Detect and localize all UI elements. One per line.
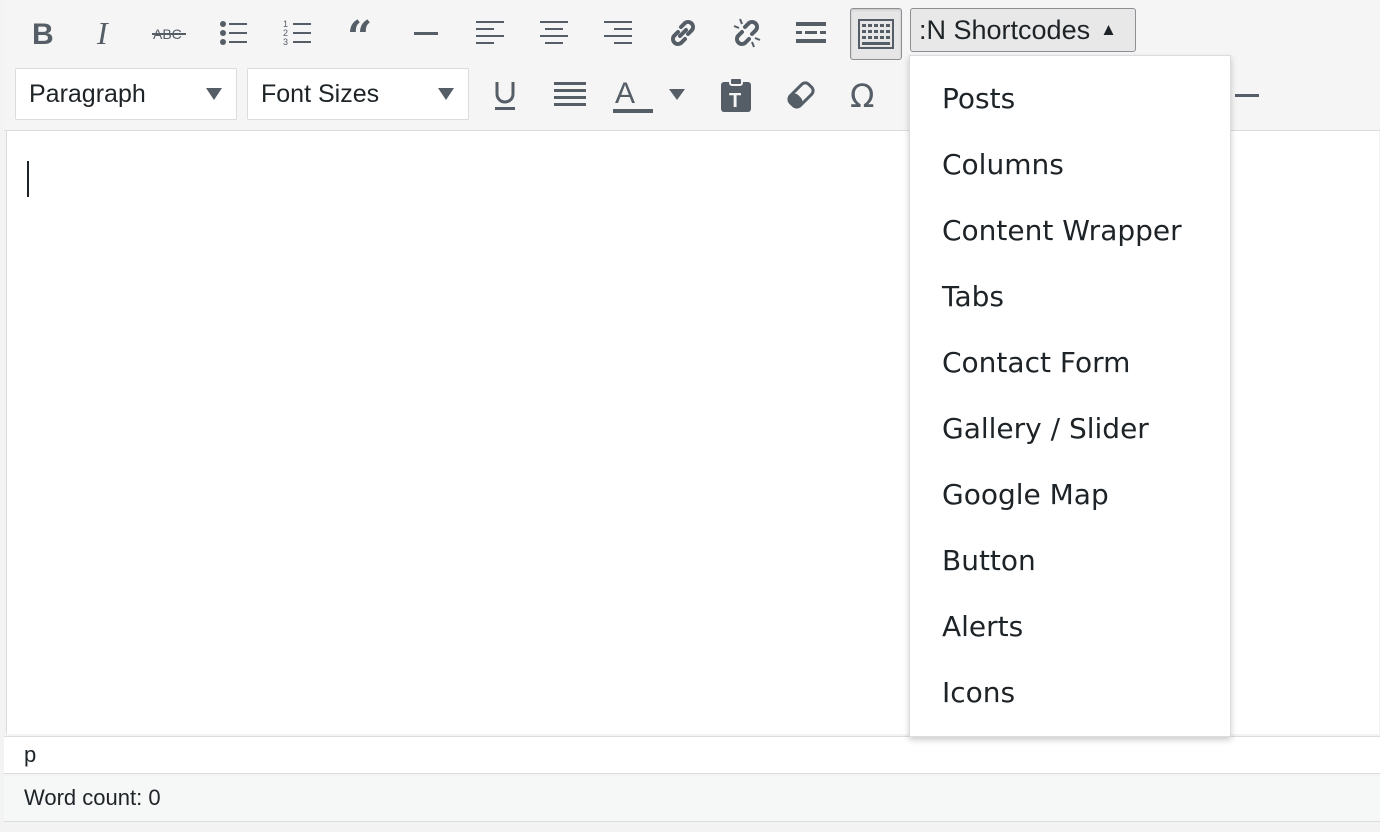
bold-icon: B bbox=[32, 18, 54, 48]
strikethrough-button[interactable]: ABC bbox=[146, 10, 192, 56]
menu-item-icons[interactable]: Icons bbox=[942, 673, 1015, 713]
italic-icon: I bbox=[96, 18, 109, 48]
blockquote-icon: “ bbox=[347, 18, 372, 48]
blockquote-button[interactable]: “ bbox=[340, 10, 386, 56]
format-select-value: Paragraph bbox=[29, 79, 146, 108]
align-left-button[interactable] bbox=[467, 10, 513, 56]
special-character-icon: Ω bbox=[850, 79, 874, 111]
justify-button[interactable] bbox=[547, 72, 593, 118]
menu-item-alerts[interactable]: Alerts bbox=[942, 607, 1023, 647]
italic-button[interactable]: I bbox=[82, 10, 128, 56]
svg-text:A: A bbox=[615, 77, 635, 110]
text-color-button[interactable]: A bbox=[611, 72, 657, 118]
horizontal-rule-icon bbox=[414, 32, 438, 35]
menu-item-content-wrapper[interactable]: Content Wrapper bbox=[942, 211, 1182, 251]
element-path[interactable]: p bbox=[24, 742, 36, 767]
menu-item-tabs[interactable]: Tabs bbox=[942, 277, 1004, 317]
chevron-down-icon bbox=[669, 89, 685, 100]
toolbar-toggle-icon bbox=[858, 19, 894, 49]
remove-link-button[interactable] bbox=[724, 10, 770, 56]
text-cursor bbox=[27, 161, 29, 197]
bold-button[interactable]: B bbox=[19, 10, 65, 56]
element-path-bar: p bbox=[4, 736, 1380, 774]
font-size-select[interactable]: Font Sizes bbox=[247, 68, 469, 120]
shortcodes-menu-button[interactable]: :N Shortcodes ▲ bbox=[910, 8, 1136, 52]
horizontal-rule-button[interactable] bbox=[403, 10, 449, 56]
svg-text:B: B bbox=[32, 18, 54, 48]
caret-up-icon: ▲ bbox=[1100, 20, 1117, 39]
shortcodes-label: :N Shortcodes bbox=[919, 14, 1091, 45]
bullet-list-button[interactable] bbox=[211, 10, 257, 56]
special-character-button[interactable]: Ω bbox=[842, 72, 888, 118]
toolbar-toggle-button[interactable] bbox=[850, 8, 902, 60]
underline-button[interactable] bbox=[482, 72, 528, 118]
insert-link-button[interactable] bbox=[660, 10, 706, 56]
paste-as-text-button[interactable]: T bbox=[713, 72, 759, 118]
chevron-down-icon bbox=[206, 88, 222, 100]
align-center-icon bbox=[540, 21, 568, 44]
align-right-button[interactable] bbox=[595, 10, 641, 56]
clear-formatting-icon bbox=[787, 81, 815, 109]
menu-item-contact-form[interactable]: Contact Form bbox=[942, 343, 1130, 383]
align-right-icon bbox=[604, 21, 632, 44]
justify-icon bbox=[554, 82, 586, 106]
font-size-select-value: Font Sizes bbox=[261, 79, 380, 108]
menu-item-google-map[interactable]: Google Map bbox=[942, 475, 1109, 515]
menu-item-columns[interactable]: Columns bbox=[942, 145, 1064, 185]
chevron-down-icon bbox=[438, 88, 454, 100]
numbered-list-icon: 1 2 3 bbox=[283, 19, 311, 47]
underline-icon bbox=[495, 82, 515, 110]
svg-text:I: I bbox=[96, 18, 109, 48]
svg-text:3: 3 bbox=[283, 37, 288, 47]
insert-link-icon bbox=[671, 20, 695, 46]
paste-as-text-icon: T bbox=[721, 77, 751, 112]
remove-link-icon bbox=[733, 18, 761, 48]
shortcodes-dropdown-menu: Posts Columns Content Wrapper Tabs Conta… bbox=[909, 55, 1231, 737]
menu-item-posts[interactable]: Posts bbox=[942, 79, 1015, 119]
svg-text:T: T bbox=[729, 90, 741, 112]
align-center-button[interactable] bbox=[531, 10, 577, 56]
svg-text:“: “ bbox=[347, 18, 372, 48]
horizontal-rule-icon bbox=[1235, 94, 1259, 97]
status-bar: Word count: 0 bbox=[4, 776, 1380, 822]
strikethrough-icon: ABC bbox=[152, 26, 186, 42]
text-color-dropdown-button[interactable] bbox=[660, 72, 694, 118]
text-color-icon: A bbox=[613, 77, 653, 113]
read-more-button[interactable] bbox=[788, 10, 834, 56]
numbered-list-button[interactable]: 1 2 3 bbox=[275, 10, 321, 56]
svg-text:Ω: Ω bbox=[850, 79, 874, 111]
word-count: Word count: 0 bbox=[24, 785, 161, 810]
clear-formatting-button[interactable] bbox=[778, 72, 824, 118]
align-left-icon bbox=[476, 21, 504, 44]
format-select[interactable]: Paragraph bbox=[15, 68, 237, 120]
menu-item-button[interactable]: Button bbox=[942, 541, 1036, 581]
read-more-icon bbox=[796, 22, 826, 43]
menu-item-gallery-slider[interactable]: Gallery / Slider bbox=[942, 409, 1149, 449]
bullet-list-icon bbox=[220, 21, 247, 45]
